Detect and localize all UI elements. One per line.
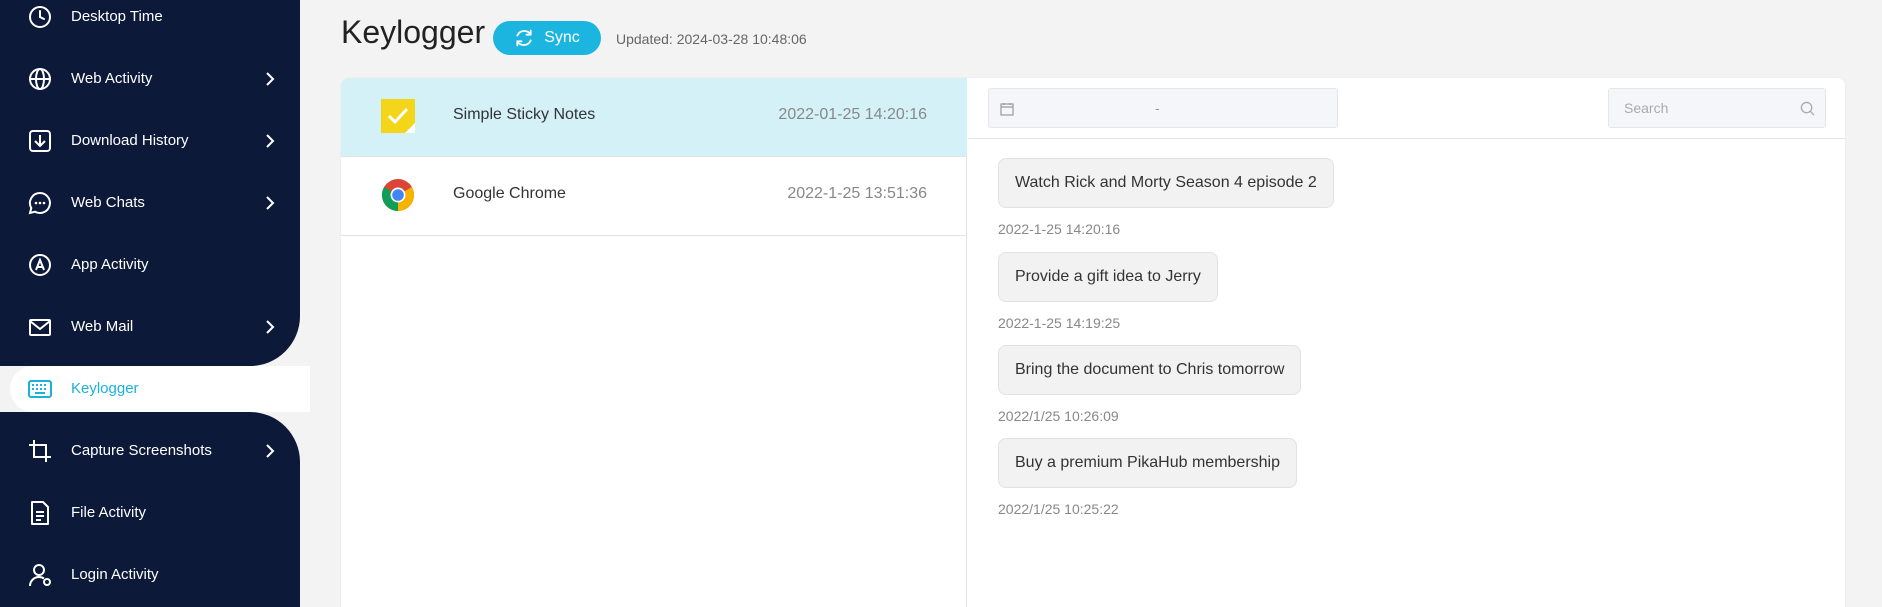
app-store-icon [29,254,51,276]
keystroke-time: 2022-1-25 14:19:25 [998,315,1121,331]
sync-button[interactable]: Sync [493,21,601,55]
app-row-google-chrome[interactable]: Google Chrome 2022-1-25 13:51:36 [341,157,967,236]
sidebar-item-label: Web Activity [71,70,153,87]
chevron-right-icon [266,72,275,86]
download-icon [29,130,51,152]
chevron-right-icon [266,320,275,334]
sidebar-item-download-history[interactable]: Download History [0,118,300,164]
sidebar-item-label: Keylogger [71,380,139,397]
app-name: Google Chrome [453,185,566,202]
crop-icon [29,440,51,462]
sidebar-item-label: Capture Screenshots [71,442,212,459]
chevron-right-icon [266,134,275,148]
sync-button-label: Sync [544,29,580,46]
sidebar-item-label: Web Mail [71,318,134,335]
keystroke-time: 2022-1-25 14:20:16 [998,221,1121,237]
search-input[interactable] [1609,89,1825,127]
keyboard-icon [28,380,52,398]
app-list: Simple Sticky Notes 2022-01-25 14:20:16 … [341,78,967,607]
search-icon[interactable] [1800,101,1815,116]
mail-icon [29,319,51,336]
sidebar-item-login-activity[interactable]: Login Activity [0,552,300,598]
chevron-right-icon [266,196,275,210]
keylogger-card: Simple Sticky Notes 2022-01-25 14:20:16 … [341,78,1845,607]
sidebar-item-web-activity[interactable]: Web Activity [0,56,300,102]
user-icon [29,564,51,587]
sidebar-item-label: App Activity [71,256,149,273]
search-box [1608,88,1826,128]
sidebar-item-label: Web Chats [71,194,145,211]
sticky-notes-icon [381,99,415,133]
keystroke-message: Buy a premium PikaHub membership [998,438,1297,488]
keystroke-message: Provide a gift idea to Jerry [998,252,1218,302]
sidebar-item-web-mail[interactable]: Web Mail [0,304,300,350]
sidebar-item-desktop-time[interactable]: Desktop Time [0,0,300,40]
app-row-sticky-notes[interactable]: Simple Sticky Notes 2022-01-25 14:20:16 [341,78,967,157]
sidebar-item-file-activity[interactable]: File Activity [0,490,300,536]
keystroke-time: 2022/1/25 10:25:22 [998,501,1119,517]
sidebar-item-web-chats[interactable]: Web Chats [0,180,300,226]
date-range-separator: - [1155,100,1160,116]
chat-bubble-icon [28,191,51,215]
calendar-icon [1000,103,1014,116]
sidebar-item-label: Login Activity [71,566,159,583]
chevron-right-icon [266,444,275,458]
chrome-icon [381,179,415,212]
keystroke-message: Bring the document to Chris tomorrow [998,345,1302,395]
updated-timestamp: Updated: 2024-03-28 10:48:06 [616,31,807,47]
sidebar: Desktop Time Web Activity Download Histo… [0,0,310,607]
date-range-picker[interactable]: - [988,88,1338,128]
page-title: Keylogger [341,14,486,50]
sidebar-item-label: Desktop Time [71,8,163,25]
sidebar-item-keylogger[interactable]: Keylogger [0,366,300,412]
file-icon [31,501,49,525]
keystroke-time: 2022/1/25 10:26:09 [998,408,1119,424]
sidebar-item-app-activity[interactable]: App Activity [0,242,300,288]
refresh-icon [516,29,532,47]
app-time: 2022-01-25 14:20:16 [778,106,927,123]
sidebar-item-label: File Activity [71,504,147,521]
clock-icon [29,6,51,28]
keystroke-pane: - Watch Rick and Morty Season 4 episode … [968,78,1845,607]
filter-toolbar: - [968,78,1845,139]
keystroke-message: Watch Rick and Morty Season 4 episode 2 [998,158,1334,208]
globe-icon [29,68,51,90]
app-time: 2022-1-25 13:51:36 [787,185,927,202]
sidebar-item-label: Download History [71,132,189,149]
sidebar-item-capture-screenshots[interactable]: Capture Screenshots [0,428,300,474]
app-name: Simple Sticky Notes [453,106,596,123]
